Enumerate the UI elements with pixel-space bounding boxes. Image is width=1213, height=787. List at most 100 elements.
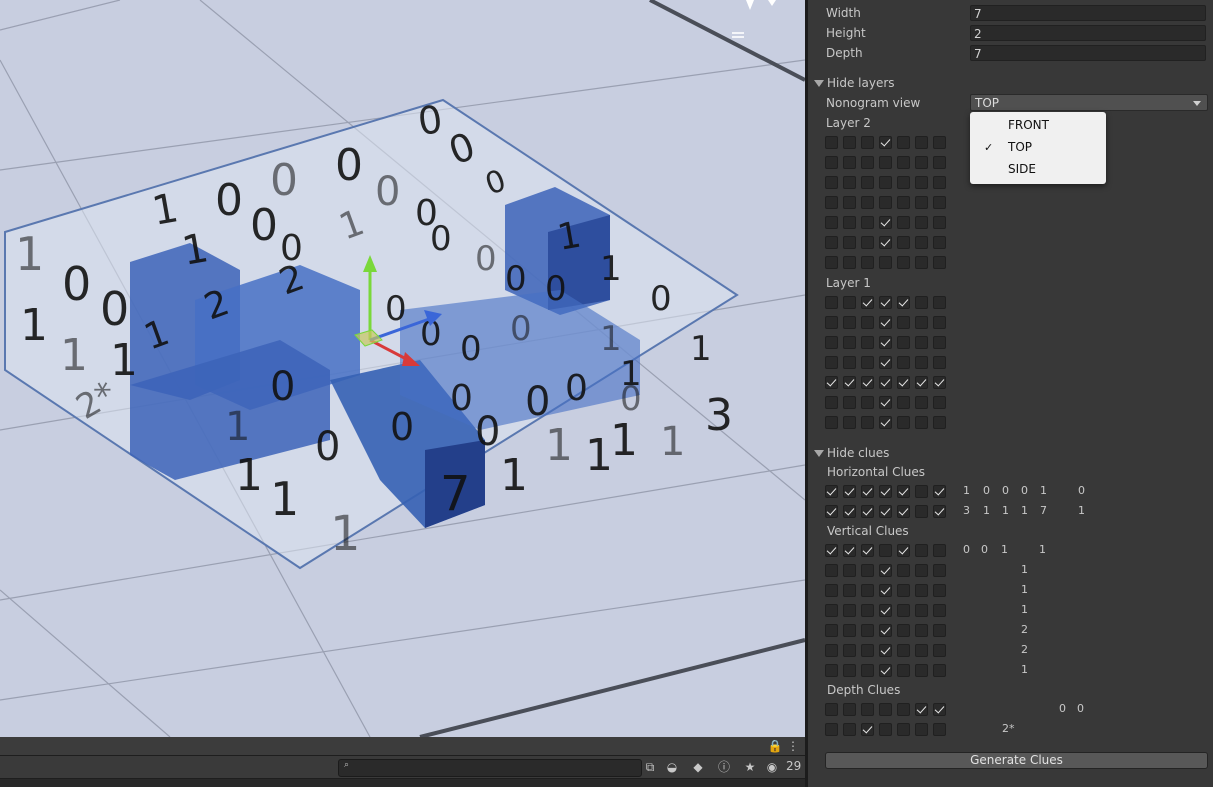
depth-clue-checkbox[interactable] xyxy=(915,703,928,716)
layer1-cell-checkbox[interactable] xyxy=(915,416,928,429)
layer2-cell-checkbox[interactable] xyxy=(825,156,838,169)
vertical-clue-checkbox[interactable] xyxy=(861,664,874,677)
height-field[interactable]: 2 xyxy=(970,25,1206,41)
layer2-cell-checkbox[interactable] xyxy=(915,136,928,149)
vertical-clue-checkbox[interactable] xyxy=(879,624,892,637)
layer1-cell-checkbox[interactable] xyxy=(933,316,946,329)
depth-clue-checkbox[interactable] xyxy=(897,723,910,736)
vertical-clue-checkbox[interactable] xyxy=(915,644,928,657)
layer2-cell-checkbox[interactable] xyxy=(933,156,946,169)
lock-icon[interactable]: 🔒 xyxy=(765,737,785,755)
vertical-clue-checkbox[interactable] xyxy=(879,664,892,677)
layer2-cell-checkbox[interactable] xyxy=(825,236,838,249)
horizontal-clue-checkbox[interactable] xyxy=(825,505,838,518)
vertical-clue-checkbox[interactable] xyxy=(897,564,910,577)
layer1-cell-checkbox[interactable] xyxy=(825,336,838,349)
layer2-cell-checkbox[interactable] xyxy=(933,236,946,249)
layer1-cell-checkbox[interactable] xyxy=(843,396,856,409)
vertical-clue-checkbox[interactable] xyxy=(933,584,946,597)
layer1-cell-checkbox[interactable] xyxy=(933,376,946,389)
layer2-cell-checkbox[interactable] xyxy=(933,256,946,269)
layer1-cell-checkbox[interactable] xyxy=(933,416,946,429)
horizontal-clue-checkbox[interactable] xyxy=(843,505,856,518)
layer1-cell-checkbox[interactable] xyxy=(915,336,928,349)
vertical-clue-checkbox[interactable] xyxy=(915,664,928,677)
vertical-clue-checkbox[interactable] xyxy=(879,584,892,597)
vertical-clue-checkbox[interactable] xyxy=(915,544,928,557)
layer1-cell-checkbox[interactable] xyxy=(825,356,838,369)
vertical-clue-checkbox[interactable] xyxy=(843,644,856,657)
layer2-cell-checkbox[interactable] xyxy=(879,236,892,249)
layer2-cell-checkbox[interactable] xyxy=(843,256,856,269)
vertical-clue-checkbox[interactable] xyxy=(897,644,910,657)
vertical-clue-checkbox[interactable] xyxy=(879,644,892,657)
vertical-clue-checkbox[interactable] xyxy=(843,564,856,577)
search-input[interactable]: ⌕ xyxy=(338,759,642,777)
layer2-cell-checkbox[interactable] xyxy=(825,256,838,269)
horizontal-clue-checkbox[interactable] xyxy=(861,485,874,498)
layer2-cell-checkbox[interactable] xyxy=(861,236,874,249)
vertical-clue-checkbox[interactable] xyxy=(861,624,874,637)
vertical-clue-checkbox[interactable] xyxy=(825,664,838,677)
vertical-clue-checkbox[interactable] xyxy=(897,604,910,617)
layer1-cell-checkbox[interactable] xyxy=(897,296,910,309)
vertical-clue-checkbox[interactable] xyxy=(915,604,928,617)
search-by-type-icon[interactable]: ⧉ xyxy=(640,758,660,776)
vertical-clue-checkbox[interactable] xyxy=(825,604,838,617)
layer2-cell-checkbox[interactable] xyxy=(879,176,892,189)
layer2-cell-checkbox[interactable] xyxy=(843,216,856,229)
warning-icon[interactable]: ⓘ xyxy=(714,758,734,776)
vertical-clue-checkbox[interactable] xyxy=(843,604,856,617)
hide-layers-foldout-icon[interactable] xyxy=(814,80,824,87)
horizontal-clue-checkbox[interactable] xyxy=(897,485,910,498)
layer1-cell-checkbox[interactable] xyxy=(879,396,892,409)
layer1-cell-checkbox[interactable] xyxy=(897,376,910,389)
layer1-cell-checkbox[interactable] xyxy=(933,356,946,369)
layer1-cell-checkbox[interactable] xyxy=(879,376,892,389)
layer2-cell-checkbox[interactable] xyxy=(897,156,910,169)
layer1-cell-checkbox[interactable] xyxy=(825,316,838,329)
vertical-clue-checkbox[interactable] xyxy=(843,624,856,637)
layer1-cell-checkbox[interactable] xyxy=(879,296,892,309)
layer2-cell-checkbox[interactable] xyxy=(843,236,856,249)
layer2-cell-checkbox[interactable] xyxy=(861,256,874,269)
layer1-cell-checkbox[interactable] xyxy=(843,376,856,389)
layer2-cell-checkbox[interactable] xyxy=(933,196,946,209)
horizontal-clue-checkbox[interactable] xyxy=(933,505,946,518)
layer1-cell-checkbox[interactable] xyxy=(897,316,910,329)
layer1-cell-checkbox[interactable] xyxy=(915,316,928,329)
layer1-cell-checkbox[interactable] xyxy=(897,396,910,409)
layer2-cell-checkbox[interactable] xyxy=(861,196,874,209)
depth-clue-checkbox[interactable] xyxy=(933,703,946,716)
layer1-cell-checkbox[interactable] xyxy=(933,296,946,309)
layer1-cell-checkbox[interactable] xyxy=(825,376,838,389)
layer1-cell-checkbox[interactable] xyxy=(915,296,928,309)
layer2-cell-checkbox[interactable] xyxy=(915,196,928,209)
layer1-cell-checkbox[interactable] xyxy=(825,296,838,309)
layer1-cell-checkbox[interactable] xyxy=(861,376,874,389)
vertical-clue-checkbox[interactable] xyxy=(825,644,838,657)
vertical-clue-checkbox[interactable] xyxy=(933,644,946,657)
layer2-cell-checkbox[interactable] xyxy=(879,216,892,229)
layer1-cell-checkbox[interactable] xyxy=(879,336,892,349)
horizontal-clue-checkbox[interactable] xyxy=(915,485,928,498)
vertical-clue-checkbox[interactable] xyxy=(825,564,838,577)
layer2-cell-checkbox[interactable] xyxy=(879,156,892,169)
depth-clue-checkbox[interactable] xyxy=(861,723,874,736)
layer1-cell-checkbox[interactable] xyxy=(915,396,928,409)
layer1-cell-checkbox[interactable] xyxy=(861,296,874,309)
layer1-cell-checkbox[interactable] xyxy=(915,376,928,389)
vertical-clue-checkbox[interactable] xyxy=(861,584,874,597)
vertical-clue-checkbox[interactable] xyxy=(861,544,874,557)
menu-option-top[interactable]: TOP xyxy=(1008,140,1032,154)
layer1-cell-checkbox[interactable] xyxy=(843,356,856,369)
vertical-clue-checkbox[interactable] xyxy=(861,564,874,577)
menu-option-front[interactable]: FRONT xyxy=(1008,118,1049,132)
vertical-clue-checkbox[interactable] xyxy=(933,624,946,637)
vertical-clue-checkbox[interactable] xyxy=(915,584,928,597)
layer2-cell-checkbox[interactable] xyxy=(861,136,874,149)
depth-clue-checkbox[interactable] xyxy=(843,703,856,716)
layer2-cell-checkbox[interactable] xyxy=(825,196,838,209)
hide-clues-foldout-icon[interactable] xyxy=(814,450,824,457)
layer2-cell-checkbox[interactable] xyxy=(843,196,856,209)
